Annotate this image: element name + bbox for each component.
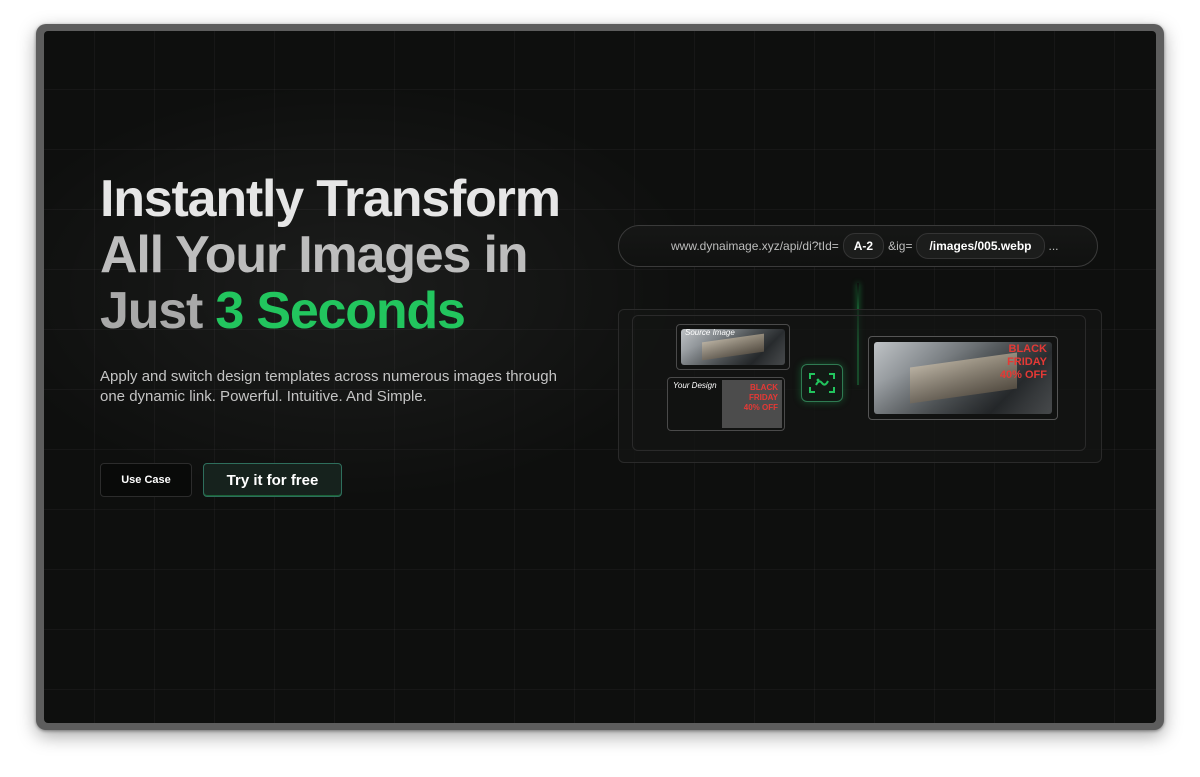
result-promo-line-3: 40% OFF xyxy=(999,369,1047,381)
dynamic-url-bar: www.dynaimage.xyz/api/di?tId= A-2 &ig= /… xyxy=(618,225,1098,267)
headline-line-2: All Your Images in xyxy=(100,226,528,284)
url-base: www.dynaimage.xyz/api/di?tId= xyxy=(671,239,839,253)
result-image-card: BLACK FRIDAY 40% OFF xyxy=(868,336,1058,420)
result-promo-line-1: BLACK xyxy=(1008,343,1048,355)
url-ellipsis: ... xyxy=(1048,239,1059,253)
scan-transform-icon xyxy=(809,373,835,393)
device-frame: Instantly Transform All Your Images in J… xyxy=(36,24,1164,730)
promo-line-1: BLACK xyxy=(750,383,778,392)
promo-line-2: FRIDAY xyxy=(748,393,778,402)
try-free-button[interactable]: Try it for free xyxy=(203,463,342,497)
template-id-chip[interactable]: A-2 xyxy=(842,233,885,259)
source-image-label: Source Image xyxy=(685,328,735,337)
source-image-card: Source Image xyxy=(676,324,790,370)
design-promo-text: BLACK FRIDAY 40% OFF xyxy=(744,383,778,413)
url-image-param: &ig= xyxy=(888,239,913,253)
hero-screen: Instantly Transform All Your Images in J… xyxy=(44,31,1156,723)
transform-button[interactable] xyxy=(801,364,843,402)
use-case-button[interactable]: Use Case xyxy=(100,463,192,497)
hero-subtitle: Apply and switch design templates across… xyxy=(100,368,557,405)
headline-prefix: Just xyxy=(100,282,203,340)
result-promo-line-2: FRIDAY xyxy=(1007,356,1047,368)
result-promo-text: BLACK FRIDAY 40% OFF xyxy=(1000,343,1047,382)
your-design-label: Your Design xyxy=(673,381,717,390)
headline-accent: 3 Seconds xyxy=(215,282,466,340)
hero-headline: Instantly Transform All Your Images in J… xyxy=(100,171,660,339)
headline-line-1: Instantly Transform xyxy=(100,170,561,228)
your-design-card: Your Design BLACK FRIDAY 40% OFF xyxy=(667,377,785,431)
image-path-chip[interactable]: /images/005.webp xyxy=(916,233,1045,259)
headline-line-3: Just 3 Seconds xyxy=(100,283,660,339)
promo-line-3: 40% OFF xyxy=(743,403,778,412)
